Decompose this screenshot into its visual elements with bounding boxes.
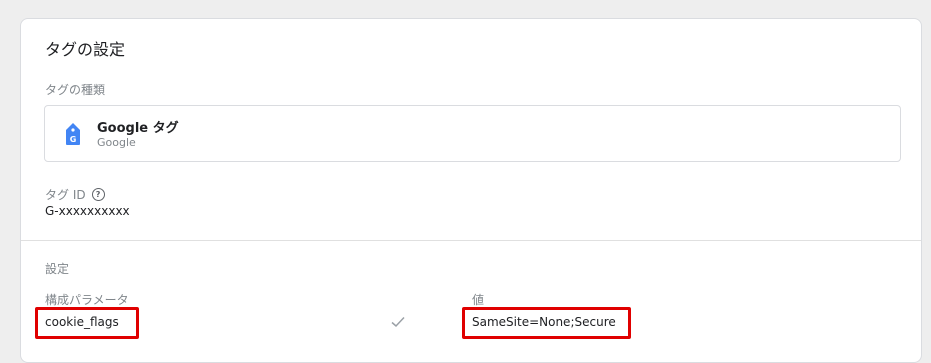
tag-type-vendor: Google [97,136,136,149]
param-column-header: 構成パラメータ [45,293,129,307]
tag-id-value: G-xxxxxxxxxx [45,204,130,218]
check-icon [391,316,405,328]
help-icon[interactable]: ? [91,188,105,201]
tag-type-name: Google タグ [97,121,179,136]
tag-id-label-row: タグ ID ? [45,186,105,203]
section-divider [21,240,921,241]
tag-type-label: タグの種類 [45,83,106,97]
settings-section-label: 設定 [45,262,70,276]
value-column-header: 値 [472,293,485,307]
tag-type-selector[interactable]: G Google タグ Google [44,105,901,162]
svg-text:G: G [70,135,77,144]
highlight-box-value [462,307,631,339]
google-tag-icon: G [66,123,80,145]
highlight-box-parameter [35,307,139,339]
tag-id-label: タグ ID [45,188,86,202]
card-title: タグの設定 [45,40,126,59]
tag-settings-card: タグの設定 タグの種類 G Google タグ Google タグ ID ? G… [20,18,922,363]
